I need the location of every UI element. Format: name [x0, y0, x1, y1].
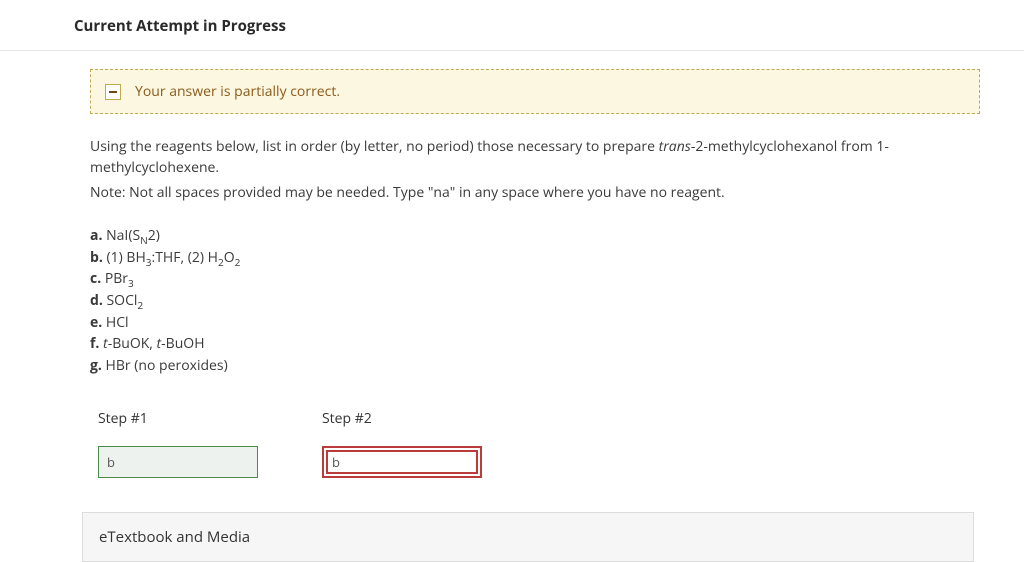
- header-title: Current Attempt in Progress: [74, 16, 286, 36]
- reagent-e: e. HCl: [90, 312, 980, 334]
- etextbook-accordion[interactable]: eTextbook and Media: [82, 512, 974, 562]
- step-1-input[interactable]: [98, 446, 258, 478]
- content-area: Your answer is partially correct. Using …: [0, 51, 1024, 562]
- step-2-label: Step #2: [322, 409, 482, 428]
- step-1-label: Step #1: [98, 409, 258, 428]
- reagent-b: b. (1) BH3:THF, (2) H2O2: [90, 247, 980, 269]
- accordion-label: eTextbook and Media: [99, 527, 250, 547]
- reagent-d: d. SOCl2: [90, 290, 980, 312]
- step-2-input[interactable]: [322, 446, 482, 478]
- reagent-g: g. HBr (no peroxides): [90, 355, 980, 377]
- q-line2: Note: Not all spaces provided may be nee…: [90, 182, 980, 203]
- alert-message: Your answer is partially correct.: [135, 82, 340, 101]
- q-line1-pre: Using the reagents below, list in order …: [90, 137, 659, 156]
- reagent-c: c. PBr3: [90, 268, 980, 290]
- question-page: Current Attempt in Progress Your answer …: [0, 0, 1024, 562]
- q-line1-ital: trans: [659, 137, 691, 156]
- partial-correct-alert: Your answer is partially correct.: [90, 69, 980, 114]
- minus-icon: [105, 84, 121, 100]
- step-2-col: Step #2: [322, 409, 482, 478]
- reagent-f: f. t-BuOK, t-BuOH: [90, 333, 980, 355]
- reagent-list: a. NaI(SN2) b. (1) BH3:THF, (2) H2O2 c. …: [90, 225, 980, 377]
- reagent-a: a. NaI(SN2): [90, 225, 980, 247]
- attempt-header: Current Attempt in Progress: [0, 0, 1024, 51]
- steps-row: Step #1 Step #2: [90, 409, 980, 478]
- step-1-col: Step #1: [98, 409, 258, 478]
- question-text: Using the reagents below, list in order …: [90, 136, 980, 203]
